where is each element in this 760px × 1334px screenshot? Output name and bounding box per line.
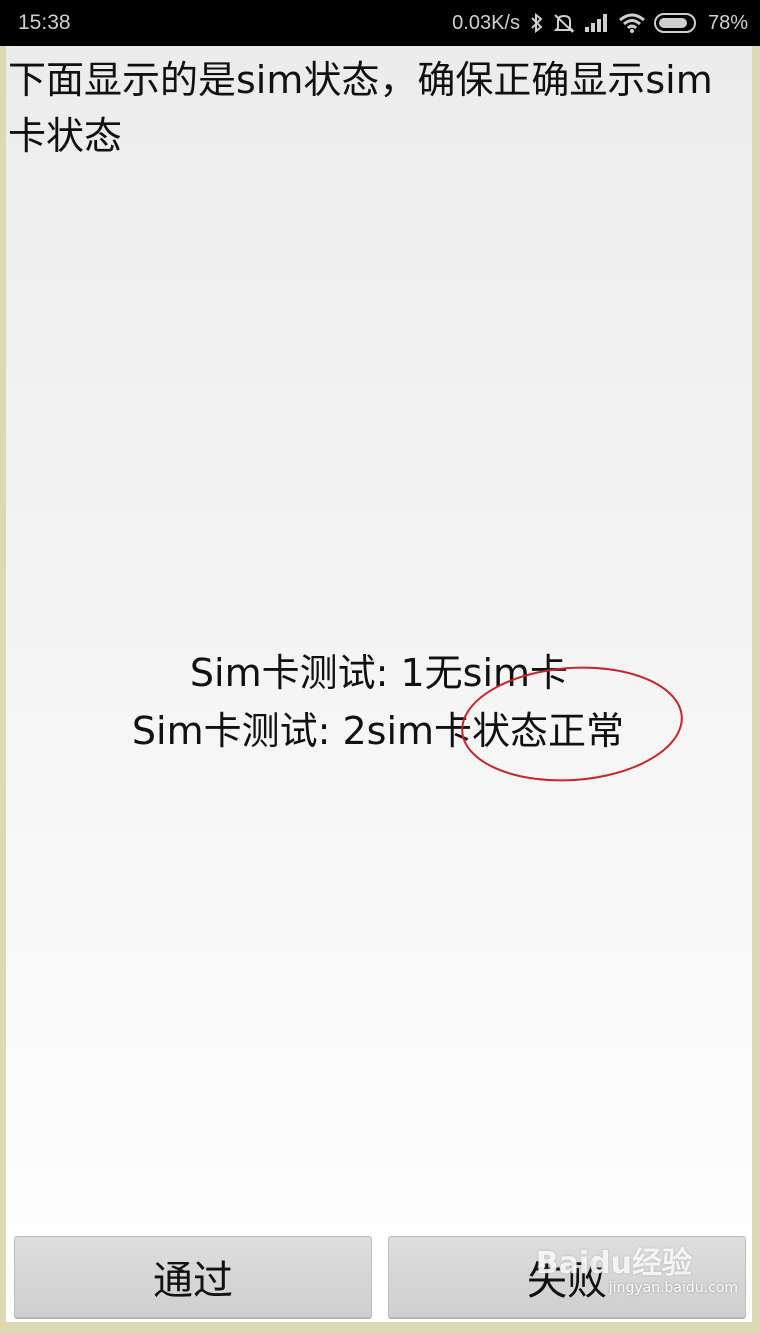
mute-icon xyxy=(552,12,576,34)
battery-percent: 78% xyxy=(707,11,748,34)
status-icons: 0.03K/s 78% xyxy=(452,8,748,38)
pass-button[interactable]: 通过 xyxy=(14,1236,372,1318)
sim-status-line-1: Sim卡测试: 1无sim卡 xyxy=(189,651,569,695)
status-bar: 15:38 0.03K/s 78% xyxy=(0,0,760,46)
fail-button[interactable]: 失败 xyxy=(388,1236,746,1318)
instruction-text: 下面显示的是sim状态，确保正确显示sim卡状态 xyxy=(8,58,713,158)
bluetooth-icon xyxy=(530,12,544,34)
battery-icon xyxy=(653,12,700,34)
wifi-icon xyxy=(618,12,646,34)
sim-status-panel: Sim卡测试: 1无sim卡 Sim卡测试: 2sim卡状态正常 xyxy=(6,644,752,760)
status-time: 15:38 xyxy=(18,11,71,34)
sim-status-line-2: Sim卡测试: 2sim卡状态正常 xyxy=(131,709,625,753)
network-speed: 0.03K/s xyxy=(452,11,520,34)
signal-icon xyxy=(584,12,610,34)
sim-test-screen: 下面显示的是sim状态，确保正确显示sim卡状态 Sim卡测试: 1无sim卡 … xyxy=(6,46,752,1322)
